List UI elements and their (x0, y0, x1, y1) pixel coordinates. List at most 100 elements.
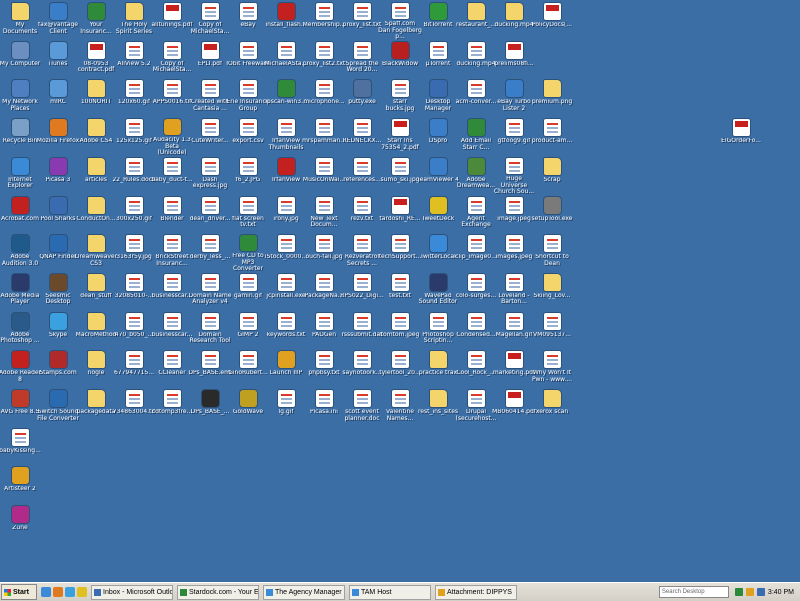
desktop-icon[interactable]: BrickStreet Insuranc... (153, 233, 191, 272)
desktop-icon[interactable]: 125x125.gif (115, 117, 153, 156)
desktop-icon[interactable]: nogle (77, 349, 115, 388)
desktop-icon[interactable]: Adobe Media Player (1, 272, 39, 311)
desktop-icon[interactable]: xerox scan (533, 388, 571, 427)
desktop-icon[interactable]: ducking.mp4 (494, 1, 534, 40)
desktop-icon[interactable]: dean_stuff (77, 272, 115, 311)
firefox-icon[interactable] (53, 587, 63, 597)
desktop-icon[interactable]: gtfoog9.gif (495, 117, 533, 156)
desktop-icon[interactable]: Adobe Photoshop ... (0, 311, 40, 350)
desktop-icon[interactable]: Internet Explorer (1, 156, 39, 195)
desktop-icon[interactable]: restaurant_... (456, 1, 496, 40)
desktop-icon[interactable]: Why Won't It Pwn - www.... (532, 349, 572, 388)
desktop-icon[interactable]: GinoRubert... (228, 349, 268, 388)
desktop-icon[interactable]: PackageNa... (305, 272, 343, 311)
desktop-icon[interactable]: Adobe Dreamwea... (457, 156, 495, 195)
desktop-icon[interactable]: ducking.mp4 (456, 40, 496, 79)
ie-icon[interactable] (41, 587, 51, 597)
desktop-icon[interactable]: ipscan-win3... (265, 78, 307, 117)
desktop-icon[interactable]: EPLI.pdf (191, 40, 229, 79)
desktop-icon[interactable]: saynotoork... (342, 349, 382, 388)
desktop-icon[interactable]: Spread the Word 20... (343, 40, 381, 79)
skype-icon[interactable] (65, 587, 75, 597)
desktop-icon[interactable]: Desktop Manager (419, 78, 457, 117)
desktop-icon[interactable]: gamin.gif (229, 272, 267, 311)
desktop-icon[interactable]: clip_image0... (455, 233, 497, 272)
desktop-icon[interactable]: Spaff.com Dan Fogelberg p... (378, 1, 422, 40)
alert-icon[interactable] (745, 588, 754, 596)
desktop-icon[interactable]: 100NORIT (77, 78, 115, 117)
desktop-icon[interactable]: ConductOn... (76, 195, 116, 234)
desktop-icon[interactable]: Photoshop Scriptin... (419, 311, 457, 350)
desktop-icon[interactable]: Mozilla Firefox (37, 117, 79, 156)
desktop-icon[interactable]: images.jpeg (495, 233, 533, 272)
desktop-icon[interactable]: proxy_list.txt (343, 1, 381, 40)
desktop-icon[interactable]: colo-surges... (456, 272, 496, 311)
desktop-icon[interactable]: Switch Sound File Converter (37, 388, 79, 427)
desktop-icon[interactable]: export.csv (229, 117, 267, 156)
desktop-icon[interactable]: MB060414.pdf (492, 388, 536, 427)
desktop-icon[interactable]: 32085010-... (115, 272, 153, 311)
desktop-icon[interactable]: Audacity 1.3 Beta (Unicode) (153, 117, 191, 156)
desktop-icon[interactable]: Copy of MichaelSta... (191, 1, 229, 40)
desktop-icon[interactable]: babyKissing... (0, 427, 41, 466)
desktop-icon[interactable]: mrspamman... (302, 117, 346, 156)
desktop-icon[interactable]: Shortcut to Dean (533, 233, 571, 272)
desktop-icon[interactable]: IrfanView Thumbnails (267, 117, 305, 156)
taskbar-button[interactable]: Inbox - Microsoft Outlook (91, 584, 173, 600)
desktop-icon[interactable]: CCleaner (153, 349, 191, 388)
desktop-icon[interactable]: My Documents (1, 1, 39, 40)
desktop-icon[interactable]: 3163r5y.jpg (115, 233, 153, 272)
desktop-icon[interactable]: techSupport... (379, 233, 421, 272)
desktop-icon[interactable]: Picasa 3 (39, 156, 77, 195)
desktop-icon[interactable]: eBay Turbo Lister 2 (495, 78, 533, 117)
desktop-icon[interactable]: The Holy Spirit Series (115, 1, 153, 40)
desktop-icon[interactable]: TeamViewer 4 (417, 156, 459, 195)
desktop-icon[interactable]: 734863004.tif (113, 388, 155, 427)
desktop-icon[interactable]: keywords.txt (267, 311, 305, 350)
desktop-search-input[interactable]: Search Desktop (658, 586, 729, 598)
desktop-icon[interactable]: prelims08fi... (494, 40, 534, 79)
desktop-icon[interactable]: dean_driver... (190, 195, 230, 234)
desktop-icon[interactable]: Domain Name Analyzer v4 (189, 272, 231, 311)
desktop-icon[interactable]: articles (77, 156, 115, 195)
desktop-icon[interactable]: Zune (1, 504, 39, 543)
desktop-icon[interactable]: alltunings.pdf (151, 1, 193, 40)
desktop-icon[interactable]: packagedata (77, 388, 115, 427)
desktop-icon[interactable]: Launch IIIP (267, 349, 305, 388)
desktop-icon[interactable]: Stamps.com (39, 349, 77, 388)
desktop-icon[interactable]: tylertool_20... (379, 349, 421, 388)
desktop-icon[interactable]: install_flash... (265, 1, 307, 40)
desktop-icon[interactable]: AVG Free 8.5 (1, 388, 39, 427)
desktop-icon[interactable]: baby_duct-t... (151, 156, 193, 195)
desktop-icon[interactable]: Cool_Rock_... (456, 349, 496, 388)
desktop-icon[interactable]: iStock_0000... (265, 233, 307, 272)
desktop-icon[interactable]: MichaelASta... (265, 40, 307, 79)
desktop-icon[interactable]: marketing.pdf (493, 349, 535, 388)
desktop-icon[interactable]: sumo_ski.jpg (381, 156, 419, 195)
desktop-icon[interactable]: EIGOrderFo... (721, 117, 761, 156)
desktop-icon[interactable]: mIRC (39, 78, 77, 117)
desktop-icon[interactable]: phpbsy.txt (305, 349, 343, 388)
desktop-icon[interactable]: Adobe Audition 3.0 (1, 233, 39, 272)
taskbar-button[interactable]: Attachment: DIPPYS (435, 584, 517, 600)
desktop-icon[interactable]: WavePad Sound Editor (419, 272, 457, 311)
desktop-icon[interactable]: AllView 5.2 (115, 40, 153, 79)
desktop-icon[interactable]: GIMP 2 (229, 311, 267, 350)
desktop-icon[interactable]: Created with Cantasia ... (191, 78, 229, 117)
desktop-icon[interactable]: DPs_BASE_... (191, 388, 229, 427)
desktop-icon[interactable]: VM095137... (533, 311, 571, 350)
desktop-icon[interactable]: lg.gif (267, 388, 305, 427)
desktop-icon[interactable]: Artisteer 2 (1, 465, 39, 504)
desktop-icon[interactable]: Scrap (533, 156, 571, 195)
desktop-icon[interactable]: Add Email Starr C... (457, 117, 495, 156)
desktop-icon[interactable]: Loveland - Barton... (495, 272, 533, 311)
desktop-icon[interactable]: BlackWidow (381, 40, 419, 79)
desktop-icon[interactable]: µTorrent (419, 40, 457, 79)
desktop-icon[interactable]: Seesmic Desktop (39, 272, 77, 311)
desktop-icon[interactable]: product-am... (532, 117, 572, 156)
desktop-icon[interactable]: Copy of MichaelSta... (153, 40, 191, 79)
desktop-icon[interactable]: DPs_BASE.eml (188, 349, 232, 388)
desktop-icon[interactable]: BitTorrent (419, 1, 457, 40)
desktop-icon[interactable]: Picasa.ini (305, 388, 343, 427)
desktop-icon[interactable]: practice trax (419, 349, 457, 388)
